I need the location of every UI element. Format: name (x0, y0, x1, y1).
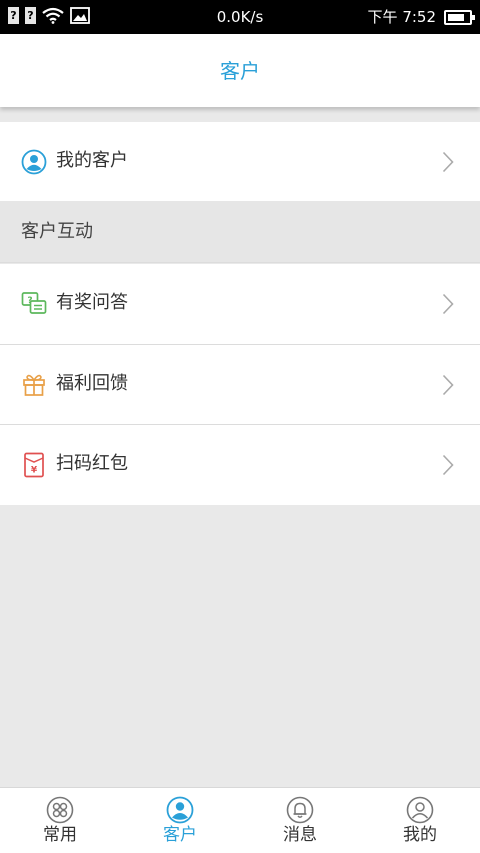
row-label: 我的客户 (56, 150, 128, 171)
nav-label: 客户 (163, 825, 197, 845)
page-title: 客户 (220, 59, 260, 83)
row-benefit-feedback[interactable]: 福利回馈 (0, 345, 480, 424)
chevron-right-icon (442, 454, 454, 476)
nav-label: 我的 (403, 825, 437, 845)
bell-icon (286, 796, 314, 824)
red-packet-icon: ¥ (24, 452, 44, 478)
bottom-nav: 常用 客户 消息 我的 (0, 787, 480, 853)
chat-question-icon: ? (21, 292, 47, 314)
row-scan-red-packet[interactable]: ¥ 扫码红包 (0, 425, 480, 505)
svg-text:¥: ¥ (31, 466, 38, 476)
app-header: 客户 (0, 34, 480, 107)
gift-icon (23, 374, 45, 396)
profile-icon (406, 796, 434, 824)
chevron-right-icon (442, 374, 454, 396)
section-title: 客户互动 (21, 221, 93, 242)
row-label: 扫码红包 (56, 453, 128, 474)
row-reward-qa[interactable]: ? 有奖问答 (0, 264, 480, 344)
nav-label: 常用 (43, 825, 77, 845)
row-label: 有奖问答 (56, 292, 128, 313)
status-bar: ? ? 0.0K/s 下午 7:52 (0, 0, 480, 34)
battery-icon (444, 9, 475, 25)
customer-icon (21, 149, 47, 175)
nav-label: 消息 (283, 825, 317, 845)
customer-icon (166, 796, 194, 824)
section-header: 客户互动 (0, 201, 480, 263)
clock: 下午 7:52 (367, 8, 436, 26)
nav-tab-messages[interactable]: 消息 (240, 788, 360, 853)
nav-tab-customers[interactable]: 客户 (120, 788, 240, 853)
nav-tab-mine[interactable]: 我的 (360, 788, 480, 853)
row-my-customers[interactable]: 我的客户 (0, 122, 480, 201)
nav-tab-common[interactable]: 常用 (0, 788, 120, 853)
row-label: 福利回馈 (56, 373, 128, 394)
chevron-right-icon (442, 293, 454, 315)
chevron-right-icon (442, 151, 454, 173)
apps-icon (46, 796, 74, 824)
